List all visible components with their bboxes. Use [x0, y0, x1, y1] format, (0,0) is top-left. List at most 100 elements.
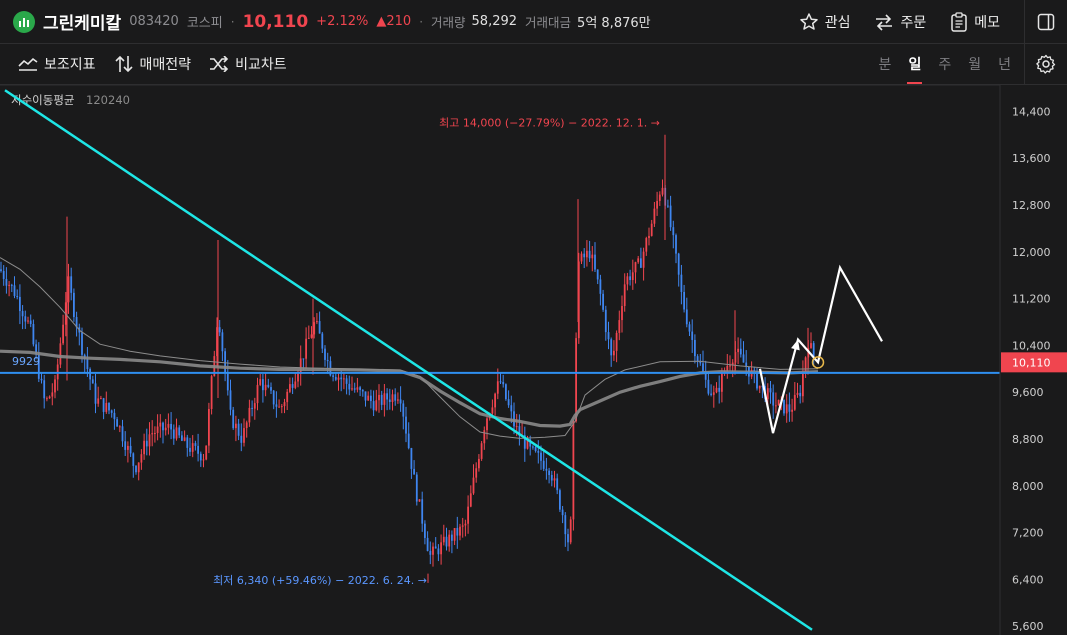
candle-body: [542, 460, 545, 469]
indicator-button[interactable]: 보조지표: [18, 54, 96, 74]
candle-body: [410, 448, 413, 469]
high-annotation: 최고 14,000 (−27.79%) − 2022. 12. 1. →: [439, 117, 660, 130]
candle-body: [561, 509, 564, 516]
candle-body: [291, 384, 294, 388]
candle-body: [5, 278, 8, 286]
candle-body: [394, 394, 397, 401]
candle-body: [294, 381, 297, 388]
compare-button[interactable]: 비교차트: [209, 54, 287, 74]
candle-body: [413, 468, 415, 475]
candle-body: [712, 392, 715, 395]
candle-body: [424, 523, 426, 538]
candle-body: [459, 526, 461, 536]
memo-button[interactable]: 메모: [950, 11, 1000, 32]
candle-body: [553, 478, 556, 481]
candle-body: [440, 542, 442, 555]
candle-body: [648, 235, 650, 239]
y-tick-label: 8,800: [1012, 433, 1044, 446]
ma-period-120: 120: [86, 93, 108, 107]
candle-body: [607, 332, 610, 340]
candle-body: [156, 426, 159, 433]
candle-body: [297, 373, 299, 382]
order-button[interactable]: 주문: [874, 12, 926, 32]
candle-body: [672, 227, 675, 236]
top-bar: 그린케미칼 083420 코스피 · 10,110 +2.12% ▲210 · …: [0, 0, 1067, 44]
candle-body: [804, 357, 807, 373]
candle-body: [127, 445, 129, 450]
candle-body: [421, 499, 424, 524]
candle-body: [351, 388, 353, 390]
stock-code: 083420: [129, 14, 179, 29]
candle-body: [742, 354, 745, 363]
candle-body: [661, 187, 664, 195]
swap-arrows-icon: [876, 13, 893, 31]
candle-body: [151, 433, 154, 435]
candle-body: [623, 284, 626, 307]
candle-body: [59, 343, 62, 365]
candle-body: [97, 398, 100, 404]
candle-body: [353, 388, 356, 390]
candle-body: [280, 406, 283, 408]
watch-button[interactable]: 관심: [799, 12, 850, 32]
candle-body: [602, 293, 604, 310]
candle-body: [464, 523, 467, 526]
candle-body: [802, 372, 804, 397]
candle-body: [73, 292, 75, 318]
candle-body: [388, 399, 391, 402]
tab-period-day[interactable]: 일: [907, 44, 923, 84]
panel-toggle-button[interactable]: [1024, 0, 1067, 43]
candle-body: [453, 528, 456, 541]
candle-body: [402, 403, 405, 417]
candle-body: [791, 409, 793, 412]
candle-body: [718, 387, 721, 392]
candle-body: [758, 385, 761, 389]
candle-body: [16, 295, 19, 297]
candle-body: [375, 400, 378, 411]
gear-icon: [1036, 54, 1056, 74]
candle-body: [793, 394, 796, 410]
candle-body: [434, 546, 437, 549]
chart-settings-button[interactable]: [1024, 44, 1067, 84]
y-tick-label: 10,400: [1012, 339, 1051, 352]
candle-body: [235, 423, 237, 429]
candle-body: [326, 359, 329, 362]
price-chart[interactable]: 지수이동평균 120 240 9929최고 14,000 (−27.79%) −…: [0, 85, 1067, 635]
tab-period-week[interactable]: 주: [938, 44, 951, 84]
candle-body: [399, 399, 402, 404]
candle-body: [502, 382, 505, 385]
strategy-label: 매매전략: [139, 57, 192, 73]
tab-period-month[interactable]: 월: [968, 44, 981, 84]
candle-body: [685, 309, 688, 325]
candle-body: [461, 525, 464, 527]
candle-body: [575, 338, 577, 422]
candle-body: [645, 238, 648, 252]
candle-body: [89, 369, 91, 380]
candle-body: [594, 254, 596, 270]
candle-body: [278, 406, 280, 408]
candle-body: [318, 321, 321, 334]
current-price-tag-label: 10,110: [1012, 356, 1051, 369]
candle-body: [116, 419, 118, 427]
candle-body: [615, 332, 618, 351]
tab-period-minute[interactable]: 분: [879, 44, 892, 84]
candle-body: [140, 454, 143, 463]
strategy-button[interactable]: 매매전략: [114, 54, 192, 74]
candle-body: [367, 395, 370, 401]
candle-body: [766, 388, 769, 400]
indicator-label: 보조지표: [44, 57, 96, 73]
candle-body: [510, 405, 513, 412]
candle-body: [656, 200, 658, 209]
candle-body: [796, 392, 799, 395]
clipboard-icon: [951, 11, 967, 32]
candle-body: [545, 468, 548, 471]
candle-body: [129, 445, 132, 454]
candle-body: [21, 311, 24, 317]
tab-period-year[interactable]: 년: [998, 44, 1011, 84]
candle-body: [121, 426, 124, 442]
candle-body: [270, 387, 272, 391]
candle-body: [456, 528, 459, 536]
candle-body: [100, 398, 102, 400]
candle-body: [775, 405, 777, 407]
candle-body: [167, 423, 170, 428]
candle-body: [626, 276, 629, 285]
